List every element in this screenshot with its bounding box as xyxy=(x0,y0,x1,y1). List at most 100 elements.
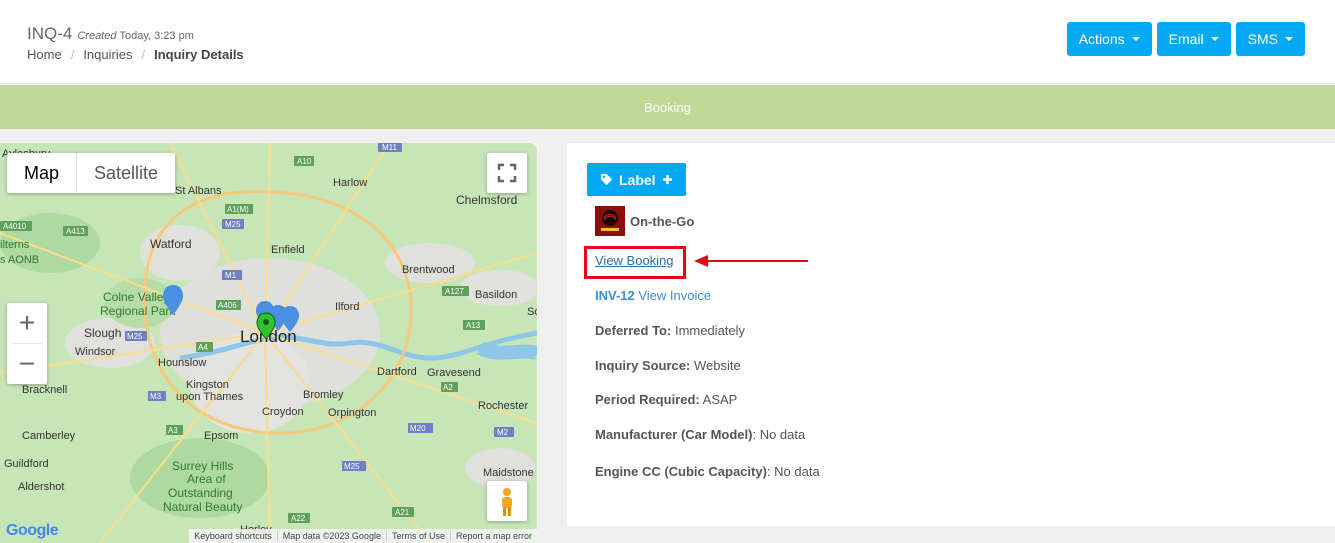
zoom-out-button[interactable]: − xyxy=(7,344,47,384)
actions-button[interactable]: Actions xyxy=(1066,22,1152,56)
invoice-id[interactable]: INV-12 xyxy=(595,288,635,303)
road-shield-label: M25 xyxy=(225,220,241,229)
road-shield-label: M3 xyxy=(150,392,162,401)
place-label: Maidstone xyxy=(483,467,534,479)
place-label: Kingston xyxy=(186,379,229,391)
place-label: Basildon xyxy=(475,289,517,301)
title-row: INQ-4 Created Today, 3:23 pm xyxy=(27,24,194,44)
map-type-map-button[interactable]: Map xyxy=(7,153,76,193)
plus-icon xyxy=(662,174,672,185)
breadcrumb-home[interactable]: Home xyxy=(27,47,62,62)
breadcrumb-inquiries[interactable]: Inquiries xyxy=(83,47,132,62)
place-label: Chelmsford xyxy=(456,193,517,207)
river-estuary xyxy=(476,341,537,360)
road-shield-label: A21 xyxy=(395,508,410,517)
place-label: Windsor xyxy=(75,346,116,358)
brand-logo xyxy=(595,206,625,236)
place-label: Hounslow xyxy=(158,357,206,369)
place-label: Epsom xyxy=(204,430,238,442)
place-label: Dartford xyxy=(377,366,417,378)
view-invoice-link[interactable]: View Invoice xyxy=(638,288,711,303)
road-shield-label: A127 xyxy=(445,287,464,296)
sms-button[interactable]: SMS xyxy=(1235,22,1305,56)
status-strip: Booking xyxy=(0,85,1335,129)
zoom-control: + − xyxy=(7,303,47,384)
road-shield-label: A406 xyxy=(218,301,237,310)
period-required-field: Period Required: ASAP xyxy=(595,392,737,407)
place-label: Watford xyxy=(150,237,192,251)
place-label: Regional Park xyxy=(100,304,176,318)
place-label: ilterns xyxy=(0,239,30,251)
inquiry-source-field: Inquiry Source: Website xyxy=(595,358,741,373)
field-value: : No data xyxy=(752,427,806,442)
email-label: Email xyxy=(1168,31,1204,47)
created-label: Created xyxy=(77,30,117,42)
email-button[interactable]: Email xyxy=(1156,22,1231,56)
fullscreen-icon xyxy=(497,163,517,183)
caret-down-icon xyxy=(1285,37,1293,41)
annotation-arrow-icon xyxy=(694,255,808,267)
fullscreen-button[interactable] xyxy=(487,153,527,193)
google-logo-text: Google xyxy=(6,522,59,539)
keyboard-shortcuts-link[interactable]: Keyboard shortcuts xyxy=(189,531,277,541)
road-shield-label: M2 xyxy=(497,428,509,437)
report-map-error-link[interactable]: Report a map error xyxy=(449,531,537,541)
road-shield-label: A13 xyxy=(466,321,481,330)
terms-of-use-link[interactable]: Terms of Use xyxy=(385,531,450,541)
place-label: Aldershot xyxy=(18,481,64,493)
caret-down-icon xyxy=(1131,37,1140,41)
created-time: Today, 3:23 pm xyxy=(119,30,194,42)
field-value: : No data xyxy=(766,464,820,479)
tag-icon xyxy=(600,173,613,186)
map-canvas[interactable]: Aylesbury St Albans Harlow Chelmsford Wa… xyxy=(0,143,537,543)
field-value: Website xyxy=(693,358,741,373)
place-label: Surrey Hills xyxy=(172,459,233,473)
road-shield-label: A2 xyxy=(443,383,453,392)
place-label: Bromley xyxy=(303,389,344,401)
header-actions: Actions Email SMS xyxy=(1066,22,1305,56)
view-booking-link[interactable]: View Booking xyxy=(595,253,674,268)
road-shield-label: M11 xyxy=(382,143,398,152)
street-view-pegman-button[interactable] xyxy=(487,481,527,521)
road-shield-label: A4 xyxy=(198,343,208,352)
place-label: Colne Valley xyxy=(103,290,169,304)
manufacturer-field: Manufacturer (Car Model): No data xyxy=(595,427,805,442)
place-label: Bracknell xyxy=(22,384,67,396)
zoom-in-button[interactable]: + xyxy=(7,303,47,343)
place-label: s AONB xyxy=(0,254,39,266)
breadcrumb-separator: / xyxy=(70,47,75,62)
road-shield-label: A3 xyxy=(168,426,178,435)
map-type-control: Map Satellite xyxy=(7,153,176,193)
road-shield-label: M25 xyxy=(344,462,360,471)
label-button[interactable]: Label xyxy=(587,163,686,196)
place-label: Brentwood xyxy=(402,264,455,276)
caret-down-icon xyxy=(1210,37,1219,41)
place-label: So xyxy=(527,306,537,318)
deferred-to-field: Deferred To: Immediately xyxy=(595,323,745,338)
sms-label: SMS xyxy=(1247,31,1278,47)
map-type-satellite-button[interactable]: Satellite xyxy=(77,153,175,193)
road-shield-label: M25 xyxy=(127,332,143,341)
field-key: Inquiry Source: xyxy=(595,358,691,373)
urban-area xyxy=(385,243,475,283)
field-key: Deferred To: xyxy=(595,323,672,338)
place-label: St Albans xyxy=(175,185,222,197)
field-key: Period Required: xyxy=(595,392,700,407)
label-button-text: Label xyxy=(619,171,656,188)
map-data-text: Map data ©2023 Google xyxy=(276,531,386,541)
place-label: Slough xyxy=(84,326,121,340)
map-view[interactable]: Aylesbury St Albans Harlow Chelmsford Wa… xyxy=(0,143,537,543)
road-shield-label: A413 xyxy=(66,227,85,236)
place-label: Camberley xyxy=(22,430,76,442)
actions-label: Actions xyxy=(1078,31,1125,47)
road-shield-label: M1 xyxy=(225,271,237,280)
pegman-icon xyxy=(502,488,512,516)
inquiry-id: INQ-4 xyxy=(27,24,73,43)
inquiry-details-card: Label On-the-Go View Booking INV-12 View… xyxy=(567,143,1335,526)
place-label: upon Thames xyxy=(176,391,244,403)
place-label: Orpington xyxy=(328,407,376,419)
brand-name: On-the-Go xyxy=(630,213,695,229)
field-value: Immediately xyxy=(674,323,746,338)
marker-dot xyxy=(263,319,269,325)
place-label: Guildford xyxy=(4,458,49,470)
